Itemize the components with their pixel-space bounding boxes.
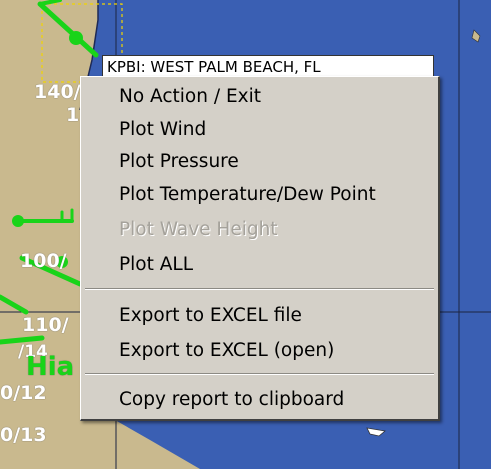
map-label-140: 140/	[34, 81, 81, 103]
menu-item-plot-wind[interactable]: Plot Wind	[83, 115, 436, 145]
menu-item-plot-all[interactable]: Plot ALL	[83, 250, 436, 280]
menu-item-export-excel-file[interactable]: Export to EXCEL file	[83, 301, 436, 331]
menu-item-copy-report-clipboard[interactable]: Copy report to clipboard	[83, 385, 436, 415]
menu-separator	[85, 373, 434, 375]
wind-barb-top[interactable]	[37, 0, 99, 58]
map-label-110: 110/	[22, 314, 69, 336]
menu-item-plot-pressure[interactable]: Plot Pressure	[83, 147, 436, 177]
map-label-13: 0/13	[0, 424, 47, 446]
map-label-100: 100/	[20, 250, 67, 272]
wind-barb-middle[interactable]	[12, 208, 74, 227]
station-tooltip: KPBI: WEST PALM BEACH, FL	[102, 55, 434, 77]
menu-item-plot-wave-height: Plot Wave Height	[119, 219, 278, 240]
menu-separator	[85, 288, 434, 290]
context-menu[interactable]: No Action / Exit Plot Wind Plot Pressure…	[80, 76, 440, 421]
menu-item-plot-temperature-dew-point[interactable]: Plot Temperature/Dew Point	[83, 180, 436, 210]
map-label-hia: Hia	[26, 352, 75, 382]
map-label-12: 0/12	[0, 382, 47, 404]
menu-item-no-action-exit[interactable]: No Action / Exit	[83, 82, 436, 112]
map-label-1: 1	[66, 104, 80, 126]
menu-item-export-excel-open[interactable]: Export to EXCEL (open)	[83, 336, 436, 366]
